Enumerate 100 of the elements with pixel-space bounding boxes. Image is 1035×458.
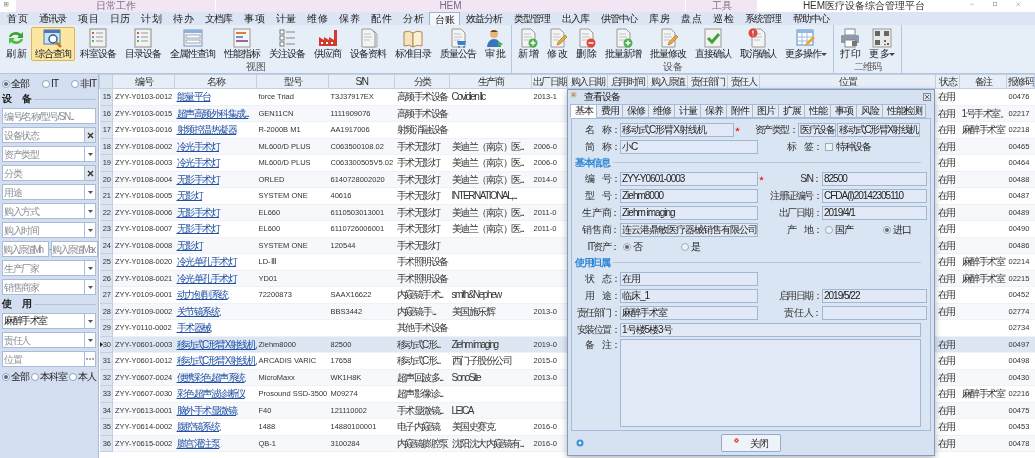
ribbon-button[interactable]: 性能指标 bbox=[220, 27, 264, 61]
device-name-link[interactable]: 射频控温热凝器 bbox=[176, 124, 236, 136]
ribbon-button[interactable]: 设备资料 bbox=[346, 27, 390, 61]
menu-tab[interactable]: 通讯录 bbox=[32, 12, 72, 25]
menu-tab[interactable]: 文档库 bbox=[198, 12, 238, 25]
text-field[interactable]: 小C bbox=[620, 139, 758, 154]
radio-button[interactable] bbox=[42, 79, 51, 88]
close-icon[interactable] bbox=[923, 93, 931, 101]
menu-tab[interactable]: 盘 点 bbox=[675, 12, 707, 25]
ribbon-button[interactable]: 取消确认 bbox=[736, 27, 780, 61]
radio-button[interactable] bbox=[2, 79, 10, 88]
text-field[interactable]: 移动式C形臂X射线机 bbox=[837, 122, 920, 137]
menu-tab[interactable]: 事 项 bbox=[237, 12, 270, 25]
ribbon-button[interactable]: 关注设备 bbox=[265, 27, 309, 61]
ribbon-button[interactable]: 全属性查询 bbox=[166, 27, 219, 61]
dialog-tab[interactable]: 扩展 bbox=[778, 104, 805, 118]
device-name-link[interactable]: 无影手术灯 bbox=[176, 206, 219, 218]
device-name-link[interactable]: 冷光单孔手术灯 bbox=[176, 272, 236, 284]
menu-tab[interactable]: 类型管理 bbox=[508, 12, 557, 25]
menu-tab[interactable]: 保 养 bbox=[333, 12, 366, 25]
text-field[interactable]: 医疗设备 bbox=[798, 122, 836, 137]
radio-button[interactable] bbox=[825, 225, 833, 234]
picker-field[interactable]: 位置 bbox=[2, 351, 85, 367]
column-header[interactable]: 责任部门 bbox=[687, 74, 728, 89]
dropdown-arrow-icon[interactable] bbox=[87, 319, 93, 323]
column-header[interactable]: 报修码 bbox=[1006, 74, 1035, 89]
device-name-link[interactable]: 脑外手术显微镜 bbox=[176, 404, 236, 416]
close-button[interactable]: 关闭 bbox=[721, 434, 781, 452]
menu-tab[interactable]: 维 修 bbox=[301, 12, 334, 25]
text-field[interactable]: 麻醉手术室 bbox=[620, 305, 758, 320]
dialog-tab[interactable]: 事项 bbox=[830, 104, 857, 118]
dialog-tab[interactable]: 计量 bbox=[674, 104, 701, 118]
column-header[interactable]: 购入日期 bbox=[567, 74, 608, 89]
ribbon-button[interactable]: 供应商 bbox=[310, 27, 345, 61]
filter-field[interactable]: 设备状态 bbox=[2, 127, 85, 143]
column-header[interactable]: 分类 bbox=[394, 74, 450, 89]
dropdown-arrow-icon[interactable] bbox=[87, 266, 93, 270]
dropdown-field[interactable]: 资产类型 bbox=[2, 146, 85, 162]
text-field[interactable]: 82500 bbox=[822, 171, 927, 186]
dropdown-field[interactable]: 购入方式 bbox=[2, 203, 85, 219]
ribbon-button[interactable]: 批量修改 bbox=[646, 27, 690, 61]
dropdown-field[interactable]: 麻醉手术室 bbox=[2, 313, 85, 329]
dialog-tab[interactable]: 图片 bbox=[752, 104, 779, 118]
device-name-link[interactable]: 便携彩色超声系统 bbox=[176, 371, 245, 383]
ribbon-button[interactable]: 综合查询 bbox=[31, 27, 75, 61]
menu-tab[interactable]: 首 页 bbox=[1, 12, 33, 25]
menu-tab[interactable]: 台 账 bbox=[428, 12, 461, 25]
ribbon-button[interactable]: 科室设备 bbox=[76, 27, 120, 61]
dropdown-field[interactable]: 用途 bbox=[2, 184, 85, 200]
ribbon-button[interactable]: 标准目录 bbox=[391, 27, 435, 61]
device-name-link[interactable]: 彩色超声波诊断仪 bbox=[176, 388, 245, 400]
text-field[interactable]: 2019/4/1 bbox=[822, 205, 927, 220]
menu-tab[interactable]: 日 历 bbox=[103, 12, 136, 25]
dialog-tab[interactable]: 风险 bbox=[856, 104, 883, 118]
input-field[interactable]: 购入原值Min bbox=[2, 241, 49, 257]
column-header[interactable]: 状态 bbox=[935, 74, 960, 89]
radio-button[interactable] bbox=[71, 79, 80, 88]
clear-icon[interactable] bbox=[86, 169, 94, 177]
column-header[interactable]: S/N bbox=[328, 74, 395, 89]
device-name-link[interactable]: 无影灯 bbox=[176, 239, 202, 251]
menu-tab[interactable]: 计 量 bbox=[269, 12, 302, 25]
column-header[interactable]: 责任人 bbox=[727, 74, 760, 89]
input-field[interactable]: 购入原值Max bbox=[51, 241, 99, 257]
text-field[interactable] bbox=[822, 305, 927, 320]
radio-button[interactable] bbox=[883, 225, 891, 234]
text-field[interactable]: 连云港鼎敏医疗器械销售有限公司 bbox=[620, 222, 758, 237]
dropdown-arrow-icon[interactable] bbox=[87, 190, 93, 194]
device-name-link[interactable]: 超声高频外科集成... bbox=[176, 107, 249, 119]
device-name-link[interactable]: 腹腔镜系统 bbox=[176, 421, 219, 433]
device-name-link[interactable]: 关节镜系统 bbox=[176, 305, 219, 317]
menu-tab[interactable]: 效益分析 bbox=[460, 12, 509, 25]
device-name-link[interactable]: 移动式C形臂X射线机 bbox=[176, 355, 256, 367]
device-name-link[interactable]: 无影手术灯 bbox=[176, 223, 219, 235]
menu-tab[interactable]: 帮助中心 bbox=[786, 12, 835, 25]
text-field[interactable]: CFDA(I)20142305110 bbox=[822, 188, 927, 203]
column-header[interactable]: 出厂日期 bbox=[531, 74, 568, 89]
radio-button[interactable] bbox=[681, 242, 689, 251]
dropdown-arrow-icon[interactable] bbox=[87, 285, 93, 289]
dropdown-arrow-icon[interactable] bbox=[87, 228, 93, 232]
device-name-link[interactable]: 冷光手术灯 bbox=[176, 140, 219, 152]
dialog-tab[interactable]: 性能检测 bbox=[882, 104, 926, 118]
ribbon-button[interactable]: 质量公告 bbox=[436, 27, 480, 61]
text-field[interactable]: 2019/5/22 bbox=[822, 288, 927, 303]
menu-tab[interactable]: 系统管理 bbox=[738, 12, 787, 25]
dropdown-arrow-icon[interactable] bbox=[87, 152, 93, 156]
ribbon-button[interactable]: 更 多 bbox=[865, 27, 899, 61]
dropdown-field[interactable]: 购入时间 bbox=[2, 222, 85, 238]
device-name-link[interactable]: 动力刨削系统 bbox=[176, 289, 228, 301]
dropdown-field[interactable]: 销售商家 bbox=[2, 279, 85, 295]
radio-button[interactable] bbox=[2, 372, 10, 381]
ribbon-button[interactable]: 刷 新 bbox=[2, 27, 30, 61]
column-header[interactable]: 位置 bbox=[759, 74, 936, 89]
ribbon-button[interactable]: 删 除 bbox=[572, 27, 600, 61]
column-header[interactable]: 生产商 bbox=[449, 74, 532, 89]
dialog-tab[interactable]: 性能 bbox=[804, 104, 831, 118]
dropdown-arrow-icon[interactable] bbox=[87, 209, 93, 213]
ribbon-button[interactable]: 新 增 bbox=[514, 27, 542, 61]
ribbon-button[interactable]: 打 印 bbox=[836, 27, 864, 61]
menu-tab[interactable]: 巡 检 bbox=[706, 12, 739, 25]
menu-tab[interactable]: 计 划 bbox=[135, 12, 168, 25]
